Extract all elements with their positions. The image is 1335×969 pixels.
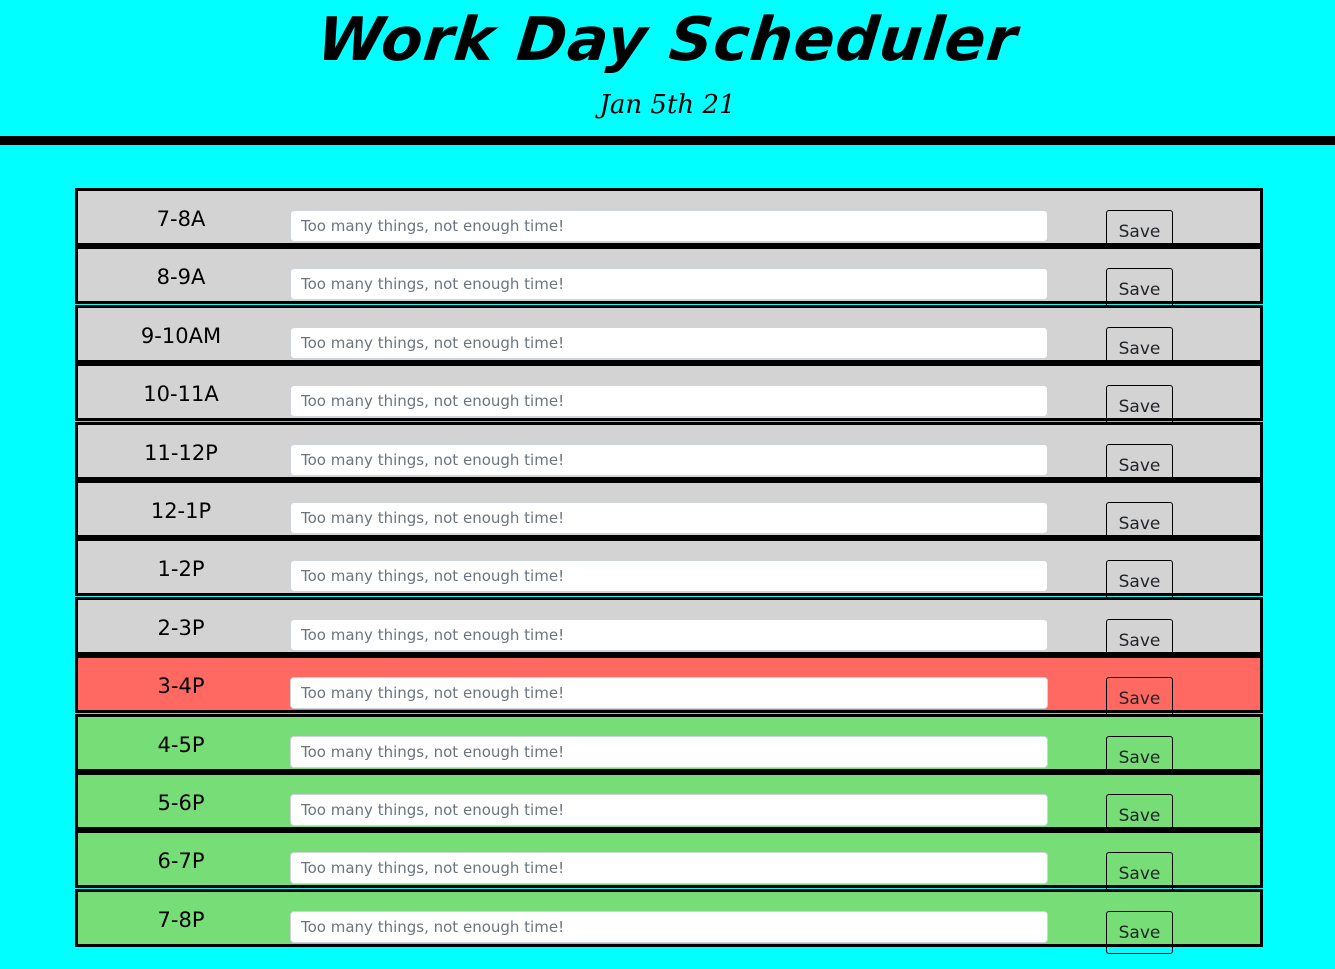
current-date: Jan 5th 21 (599, 90, 736, 120)
hour-label: 12-1P (150, 499, 212, 523)
time-block-row: 6-7P Save (75, 830, 1263, 895)
time-block-row: 12-1P Save (75, 480, 1263, 545)
header-divider (0, 136, 1335, 145)
hour-label: 7-8A (156, 207, 206, 231)
task-input[interactable] (290, 794, 1048, 826)
page-title: Work Day Scheduler (313, 5, 1022, 75)
hour-label: 4-5P (157, 733, 205, 757)
time-block-row: 7-8P Save (75, 889, 1263, 954)
hour-label: 8-9A (156, 265, 206, 289)
hour-label: 5-6P (157, 791, 205, 815)
time-block-row: 4-5P Save (75, 714, 1263, 779)
hour-label: 2-3P (157, 616, 205, 640)
task-input[interactable] (290, 268, 1048, 300)
hour-label: 1-2P (157, 557, 205, 581)
task-input[interactable] (290, 210, 1048, 242)
task-input[interactable] (290, 560, 1048, 592)
time-block-row: 2-3P Save (75, 597, 1263, 662)
task-input[interactable] (290, 444, 1048, 476)
time-block-row: 3-4P Save (75, 655, 1263, 720)
task-input[interactable] (290, 327, 1048, 359)
save-button[interactable]: Save (1106, 911, 1173, 954)
time-block-row: 1-2P Save (75, 538, 1263, 603)
task-input[interactable] (290, 736, 1048, 768)
time-block-row: 10-11A Save (75, 363, 1263, 428)
hour-label: 3-4P (157, 674, 205, 698)
hour-label: 6-7P (157, 849, 205, 873)
hour-label: 11-12P (144, 441, 218, 465)
hour-label: 9-10AM (140, 324, 222, 348)
task-input[interactable] (290, 911, 1048, 943)
time-block-row: 5-6P Save (75, 772, 1263, 837)
hour-label: 10-11A (143, 382, 219, 406)
time-block-row: 7-8A Save (75, 188, 1263, 253)
time-block-row: 11-12P Save (75, 422, 1263, 487)
page-header: Work Day Scheduler Jan 5th 21 (0, 0, 1335, 136)
task-input[interactable] (290, 677, 1048, 709)
task-input[interactable] (290, 852, 1048, 884)
task-input[interactable] (290, 385, 1048, 417)
time-block-row: 8-9A Save (75, 246, 1263, 311)
task-input[interactable] (290, 502, 1048, 534)
time-block-row: 9-10AM Save (75, 305, 1263, 370)
hour-label: 7-8P (157, 908, 205, 932)
task-input[interactable] (290, 619, 1048, 651)
